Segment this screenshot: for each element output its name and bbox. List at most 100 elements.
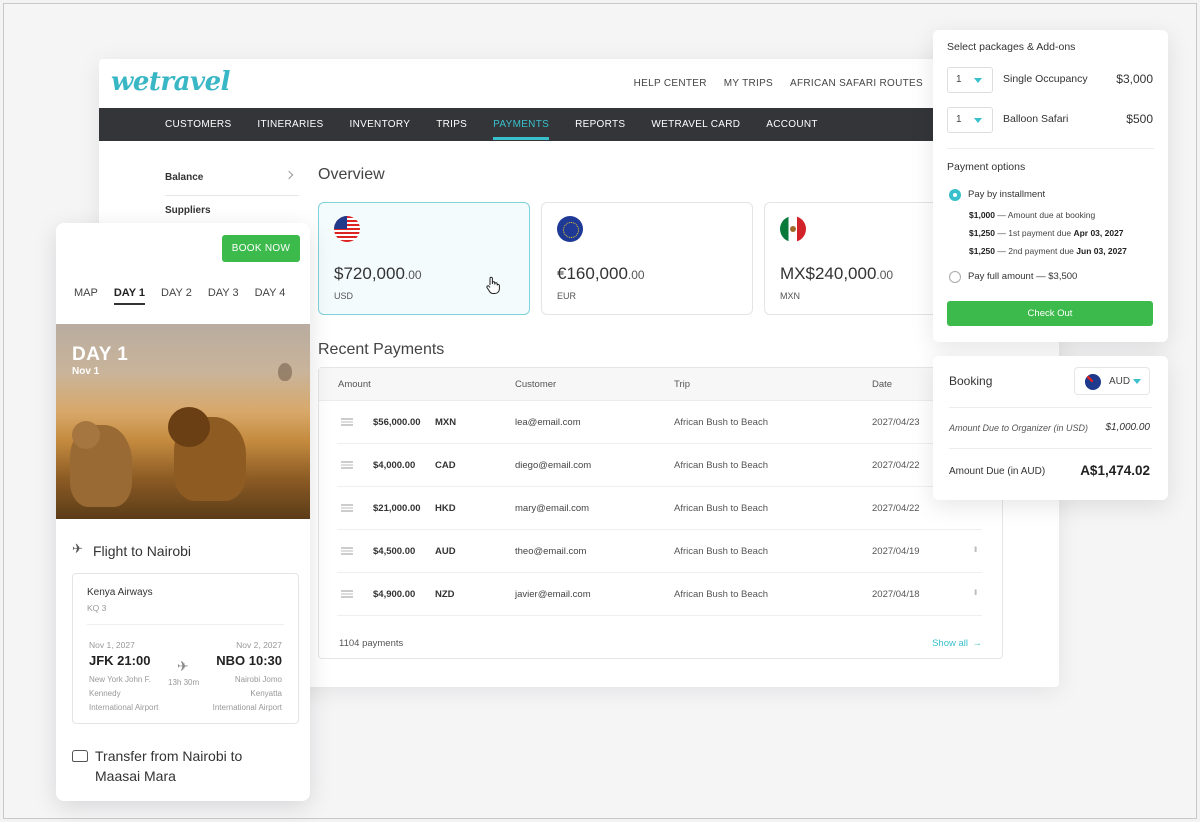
packages-card: Select packages & Add-ons 1 Single Occup… (933, 30, 1168, 342)
balance-currency: EUR (557, 291, 577, 301)
table-row[interactable]: $21,000.00 HKD mary@email.com African Bu… (337, 487, 982, 530)
col-amount[interactable]: Amount (338, 379, 371, 390)
balance-currency: USD (334, 291, 354, 301)
arrow-right-icon[interactable]: → (973, 638, 983, 649)
nav-reports[interactable]: REPORTS (575, 108, 625, 141)
packages-title: Select packages & Add-ons (947, 41, 1076, 53)
row-trip: African Bush to Beach (674, 546, 768, 557)
row-trip: African Bush to Beach (674, 503, 768, 514)
tab-day-2[interactable]: DAY 2 (161, 287, 192, 305)
installment-line: $1,000 — Amount due at booking (969, 210, 1096, 220)
payment-card-icon (341, 547, 353, 555)
package-price: $500 (1126, 112, 1153, 126)
amount-due-label: Amount Due (in AUD) (949, 466, 1046, 477)
nav-inventory[interactable]: INVENTORY (350, 108, 411, 141)
row-date: 2027/04/22 (872, 460, 920, 471)
us-flag-icon (334, 216, 360, 242)
table-row[interactable]: $4,000.00 CAD diego@email.com African Bu… (337, 444, 982, 487)
table-row[interactable]: $56,000.00 MXN lea@email.com African Bus… (337, 401, 982, 444)
row-customer: javier@email.com (515, 589, 591, 600)
checkout-button[interactable]: Check Out (947, 301, 1153, 326)
amount-due-value: A$1,474.02 (1080, 463, 1150, 478)
installment-line: $1,250 — 1st payment due Apr 03, 2027 (969, 228, 1124, 238)
au-flag-icon (1085, 374, 1101, 390)
wetravel-logo[interactable]: wetravel (111, 67, 231, 97)
payment-card-icon (341, 418, 353, 426)
show-all-link[interactable]: Show all (932, 638, 968, 649)
radio-pay-by-installment[interactable] (949, 189, 961, 201)
day-tabs: MAP DAY 1 DAY 2 DAY 3 DAY 4 (74, 287, 285, 305)
currency-select[interactable]: AUD (1074, 367, 1150, 395)
row-date: 2027/04/19 (872, 546, 920, 557)
row-currency: HKD (435, 503, 456, 514)
nav-payments[interactable]: PAYMENTS (493, 108, 550, 141)
divider (949, 448, 1152, 449)
flight-card[interactable]: Kenya Airways KQ 3 Nov 1, 2027 Nov 2, 20… (72, 573, 299, 724)
departure-airport: New York John F. Kennedy International A… (89, 675, 159, 712)
amount-due-organizer-value: $1,000.00 (1105, 422, 1151, 433)
balance-card-eur[interactable]: €160,000.00 EUR (541, 202, 753, 315)
sidebar-divider (165, 195, 299, 196)
row-amount: $21,000.00 (373, 503, 421, 514)
my-trips-link[interactable]: MY TRIPS (724, 78, 773, 89)
hero-day-label: DAY 1 (72, 344, 129, 365)
payment-card-icon (341, 590, 353, 598)
row-amount: $56,000.00 (373, 417, 421, 428)
flight-heading: Flight to Nairobi (72, 541, 191, 559)
flight-duration: 13h 30m (168, 678, 200, 687)
tab-day-3[interactable]: DAY 3 (208, 287, 239, 305)
tab-map[interactable]: MAP (74, 287, 98, 305)
row-amount: $4,900.00 (373, 589, 416, 600)
airplane-icon: ✈ (177, 658, 189, 674)
top-bar: wetravel HELP CENTER MY TRIPS AFRICAN SA… (99, 59, 1059, 108)
departure-date: Nov 1, 2027 (89, 640, 135, 650)
tab-day-4[interactable]: DAY 4 (255, 287, 286, 305)
balance-card-usd[interactable]: $720,000.00 USD (318, 202, 530, 315)
nav-itineraries[interactable]: ITINERARIES (257, 108, 323, 141)
more-options-icon[interactable]: ••• (971, 546, 980, 551)
col-date[interactable]: Date (872, 379, 892, 390)
overview-title: Overview (318, 166, 385, 183)
arrival-airport: Nairobi Jomo Kenyatta International Airp… (212, 675, 282, 712)
caret-down-icon (1133, 379, 1141, 384)
radio-label[interactable]: Pay by installment (968, 189, 1045, 200)
nav-account[interactable]: ACCOUNT (766, 108, 818, 141)
car-icon (72, 750, 88, 762)
payment-card-icon (341, 504, 353, 512)
balance-amount: $720,000.00 (334, 264, 422, 283)
quantity-select-balloon-safari[interactable]: 1 (947, 107, 993, 133)
lion-image (168, 407, 246, 501)
radio-pay-full-amount[interactable] (949, 271, 961, 283)
nav-customers[interactable]: CUSTOMERS (165, 108, 231, 141)
row-customer: mary@email.com (515, 503, 590, 514)
table-row[interactable]: $4,500.00 AUD theo@email.com African Bus… (337, 530, 982, 573)
arrival-time: NBO 10:30 (216, 653, 282, 668)
row-amount: $4,000.00 (373, 460, 416, 471)
col-trip[interactable]: Trip (674, 379, 690, 390)
african-safari-routes-link[interactable]: AFRICAN SAFARI ROUTES (790, 78, 923, 89)
help-center-link[interactable]: HELP CENTER (634, 78, 707, 89)
sidebar-item-suppliers[interactable]: Suppliers (165, 205, 211, 216)
departure-time: JFK 21:00 (89, 653, 151, 668)
safari-hero-image: DAY 1 Nov 1 (56, 324, 310, 519)
hand-cursor-icon (486, 276, 500, 294)
book-now-button[interactable]: BOOK NOW (222, 235, 300, 262)
row-date: 2027/04/22 (872, 503, 920, 514)
radio-label[interactable]: Pay full amount — $3,500 (968, 271, 1077, 282)
flight-code: KQ 3 (87, 603, 107, 613)
more-options-icon[interactable]: ••• (971, 589, 980, 594)
col-customer[interactable]: Customer (515, 379, 556, 390)
nav-wetravel-card[interactable]: WETRAVEL CARD (651, 108, 740, 141)
nav-trips[interactable]: TRIPS (436, 108, 467, 141)
row-customer: diego@email.com (515, 460, 592, 471)
eu-flag-icon (557, 216, 583, 242)
package-name: Balloon Safari (1003, 113, 1069, 125)
package-price: $3,000 (1116, 72, 1153, 86)
tab-day-1[interactable]: DAY 1 (113, 287, 146, 305)
airline-name: Kenya Airways (87, 587, 153, 598)
row-date: 2027/04/18 (872, 589, 920, 600)
quantity-select-single-occupancy[interactable]: 1 (947, 67, 993, 93)
table-row[interactable]: $4,900.00 NZD javier@email.com African B… (337, 573, 982, 616)
divider (87, 624, 284, 625)
sidebar-item-balance[interactable]: Balance (165, 172, 203, 183)
